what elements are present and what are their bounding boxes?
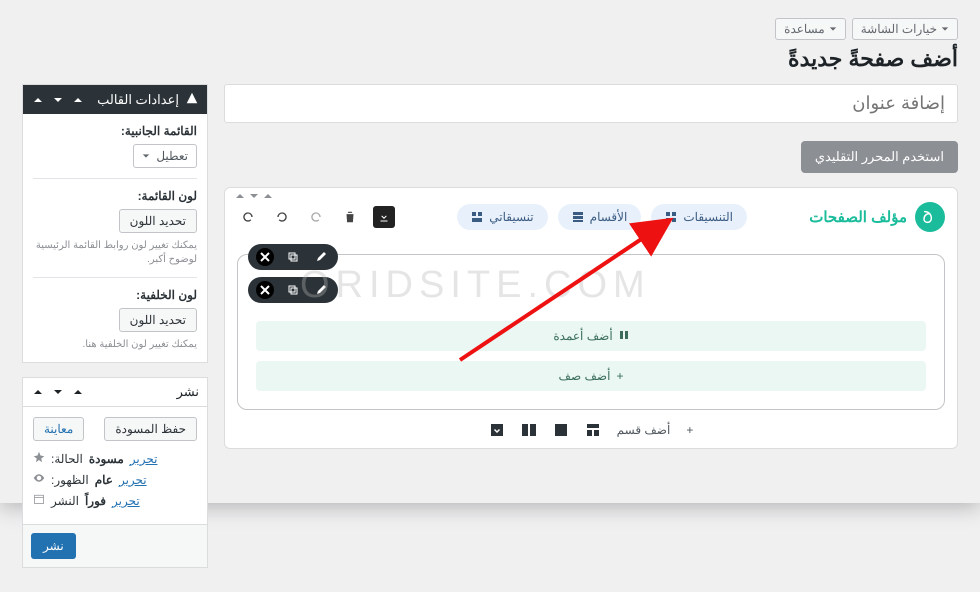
- close-icon[interactable]: [256, 248, 274, 266]
- section-controls: [248, 244, 338, 270]
- sidebar-select-value: تعطيل: [156, 149, 188, 163]
- layout-option-2col[interactable]: [521, 422, 537, 438]
- add-section-label: أضف قسم: [617, 423, 671, 437]
- help-label: مساعدة: [784, 22, 825, 36]
- page-composer: مؤلف الصفحات تنسيقاتي الأقسام: [224, 187, 958, 449]
- publish-box: نشر معاينة حفظ المسودة تحرير مسودة: [22, 377, 208, 568]
- trash-button[interactable]: [339, 206, 361, 228]
- layout-option-header[interactable]: [585, 422, 601, 438]
- bg-color-label: لون الخلفية:: [33, 288, 197, 302]
- chevron-down-icon: [142, 152, 150, 160]
- publish-button[interactable]: نشر: [31, 533, 76, 559]
- pill-sections[interactable]: الأقسام: [558, 204, 642, 230]
- collapse-toggle-icon[interactable]: [71, 93, 85, 107]
- caret-down-icon: [941, 25, 949, 33]
- help-tab[interactable]: مساعدة: [775, 18, 846, 40]
- sidebar-field-label: القائمة الجانبية:: [33, 124, 197, 138]
- chevron-down-icon[interactable]: [249, 190, 259, 204]
- edit-icon[interactable]: [312, 281, 330, 299]
- redo-button[interactable]: [271, 206, 293, 228]
- theme-icon: [185, 91, 199, 108]
- menu-color-label: لون القائمة:: [33, 189, 197, 203]
- columns-icon: [619, 329, 629, 343]
- download-button[interactable]: [373, 206, 395, 228]
- caret-down-icon: [829, 25, 837, 33]
- menu-color-button[interactable]: تحديد اللون: [119, 209, 197, 233]
- preview-button[interactable]: معاينة: [33, 417, 84, 441]
- bg-color-button[interactable]: تحديد اللون: [119, 308, 197, 332]
- eye-icon: [33, 472, 45, 487]
- bg-color-hint: يمكنك تغيير لون الخلفية هنا.: [33, 338, 197, 352]
- layout-option-dl[interactable]: [489, 422, 505, 438]
- title-input[interactable]: [224, 84, 958, 123]
- status-value: مسودة: [89, 452, 124, 466]
- pill-my-layouts[interactable]: تنسيقاتي: [457, 204, 547, 230]
- chevron-up-icon[interactable]: [263, 190, 273, 204]
- composer-section: section أضف أعمدة: [237, 254, 945, 410]
- add-columns-label: أضف أعمدة: [553, 329, 612, 343]
- pin-icon: [33, 451, 45, 466]
- theme-box-title: إعدادات القالب: [97, 92, 179, 108]
- copy-icon[interactable]: [284, 281, 302, 299]
- undo-button[interactable]: [237, 206, 259, 228]
- composer-brand-label: مؤلف الصفحات: [809, 208, 907, 226]
- layout-icon: [471, 211, 483, 223]
- add-columns-button[interactable]: أضف أعمدة: [256, 321, 926, 351]
- chevron-up-icon[interactable]: [235, 190, 245, 204]
- status-label: الحالة:: [51, 452, 83, 466]
- plus-icon: +: [686, 423, 693, 437]
- plus-icon: +: [616, 369, 623, 383]
- edit-icon[interactable]: [312, 248, 330, 266]
- pill-label: تنسيقاتي: [489, 210, 533, 224]
- pill-label: التنسيقات: [683, 210, 733, 224]
- visibility-value: عام: [95, 473, 113, 487]
- collapse-up-icon[interactable]: [31, 385, 45, 399]
- collapse-down-icon[interactable]: [51, 93, 65, 107]
- redo-alt-button[interactable]: [305, 206, 327, 228]
- classic-editor-button[interactable]: استخدم المحرر التقليدي: [801, 141, 958, 173]
- sidebar-select[interactable]: تعطيل: [133, 144, 197, 168]
- page-title: أضف صفحةً جديدةً: [22, 46, 958, 72]
- copy-icon[interactable]: [284, 248, 302, 266]
- visibility-edit-link[interactable]: تحرير: [119, 473, 147, 487]
- collapse-toggle-icon[interactable]: [71, 385, 85, 399]
- add-row-button[interactable]: + أضف صف: [256, 361, 926, 391]
- visibility-label: الظهور:: [51, 473, 89, 487]
- sections-icon: [572, 211, 584, 223]
- menu-color-hint: يمكنك تغيير لون روابط القائمة الرئيسية ل…: [33, 239, 197, 267]
- layout-option-full[interactable]: [553, 422, 569, 438]
- calendar-icon: [33, 493, 45, 508]
- grid-icon: [665, 211, 677, 223]
- schedule-edit-link[interactable]: تحرير: [112, 494, 140, 508]
- pill-label: الأقسام: [590, 210, 628, 224]
- composer-logo-icon: [915, 202, 945, 232]
- row-controls: [248, 277, 338, 303]
- screen-options-tab[interactable]: خيارات الشاشة: [852, 18, 958, 40]
- add-row-label: أضف صف: [559, 369, 611, 383]
- theme-settings-box: إعدادات القالب القائمة الجانبية: تعطيل: [22, 84, 208, 363]
- publish-box-title: نشر: [177, 384, 199, 400]
- divider: [33, 178, 197, 179]
- schedule-label: النشر: [51, 494, 79, 508]
- status-edit-link[interactable]: تحرير: [130, 452, 158, 466]
- divider: [33, 277, 197, 278]
- pill-layouts[interactable]: التنسيقات: [651, 204, 747, 230]
- collapse-down-icon[interactable]: [51, 385, 65, 399]
- schedule-value: فوراً: [85, 494, 106, 508]
- save-draft-button[interactable]: حفظ المسودة: [104, 417, 197, 441]
- close-icon[interactable]: [256, 281, 274, 299]
- collapse-up-icon[interactable]: [31, 93, 45, 107]
- screen-options-label: خيارات الشاشة: [861, 22, 937, 36]
